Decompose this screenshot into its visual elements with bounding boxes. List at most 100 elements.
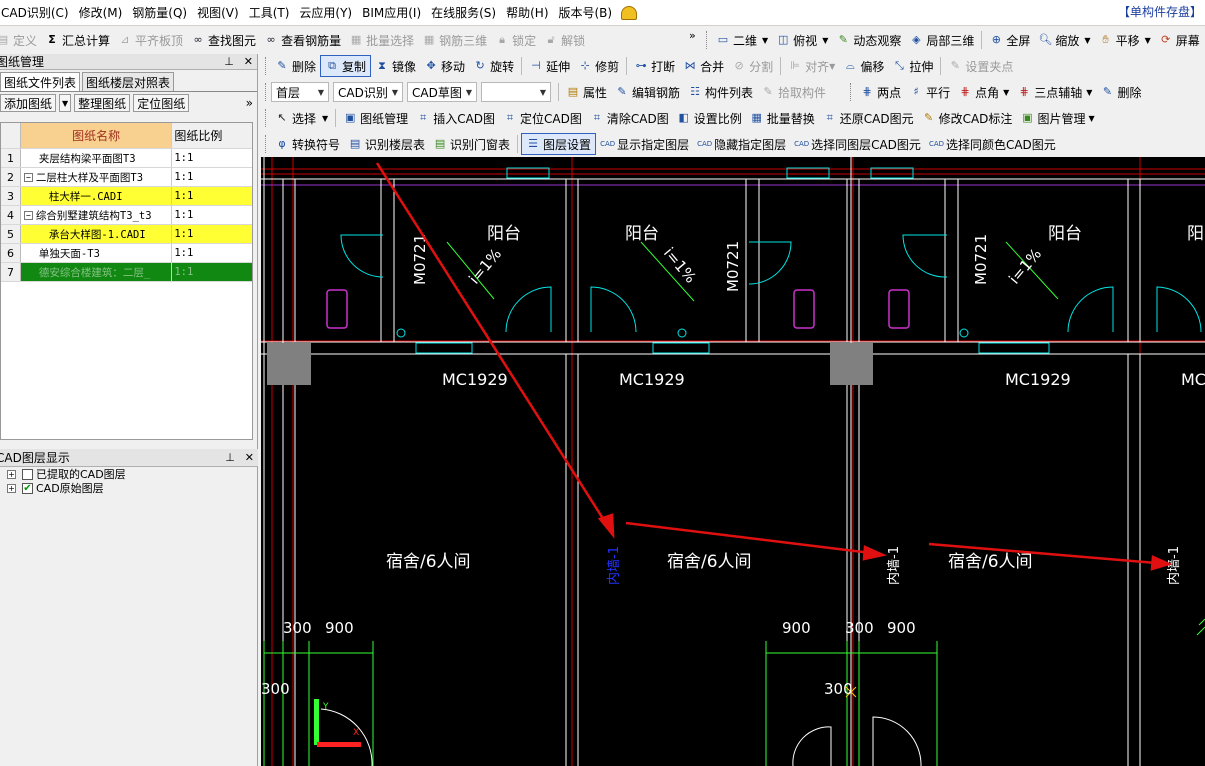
- door-tag[interactable]: MC1929: [1005, 370, 1071, 389]
- dimension-text[interactable]: 900: [887, 619, 916, 637]
- three-point-axis-dropdown[interactable]: ⋕ 三点辅轴 ▼: [1013, 81, 1096, 103]
- recognize-door-window-table-button[interactable]: ▤ 识别门窗表: [429, 133, 514, 155]
- dynamic-orbit-button[interactable]: ✎ 动态观察: [832, 29, 905, 51]
- sub-mode-select[interactable]: CAD草图 ▼: [407, 82, 477, 102]
- door-tag[interactable]: MC1929: [619, 370, 685, 389]
- rotate-button[interactable]: ↻ 旋转: [469, 55, 518, 77]
- room-label[interactable]: 宿舍/6人间: [386, 552, 471, 572]
- collapse-icon[interactable]: −: [23, 172, 33, 182]
- drawing-name-cell[interactable]: 承台大样图-1.CADI: [20, 225, 173, 243]
- menu-online-service[interactable]: 在线服务(S): [426, 4, 501, 21]
- offset-button[interactable]: ⌓ 偏移: [839, 55, 888, 77]
- menu-rebar-quantity[interactable]: 钢筋量(Q): [127, 4, 192, 21]
- stretch-button[interactable]: ⤡ 拉伸: [888, 55, 937, 77]
- set-scale-button[interactable]: ◧ 设置比例: [673, 107, 746, 129]
- balcony-label[interactable]: 阳台: [487, 224, 521, 244]
- toolbar-grip[interactable]: [265, 135, 268, 153]
- menu-cad-recognize[interactable]: CAD识别(C): [0, 4, 74, 21]
- select-same-color-button[interactable]: CAD 选择同颜色CAD图元: [925, 133, 1060, 155]
- hide-layer-button[interactable]: CAD 隐藏指定图层: [693, 133, 790, 155]
- extend-button[interactable]: ⊣ 延伸: [525, 55, 574, 77]
- organize-drawing-button[interactable]: 整理图纸: [74, 94, 131, 112]
- lock-button[interactable]: 🔒︎ 锁定: [491, 29, 540, 51]
- define-button[interactable]: ▤ 定义: [0, 29, 41, 51]
- window[interactable]: [415, 342, 473, 354]
- column-header-name[interactable]: 图纸名称: [20, 123, 173, 148]
- drawing-scale-cell[interactable]: 1:1: [172, 263, 252, 281]
- component-list-button[interactable]: ☷ 构件列表: [684, 81, 757, 103]
- drawing-scale-cell[interactable]: 1:1: [172, 168, 252, 186]
- point-angle-dropdown[interactable]: ⋕ 点角 ▼: [954, 81, 1013, 103]
- toilet-fixture[interactable]: [326, 289, 348, 329]
- delete-axis-button[interactable]: ✎ 删除: [1096, 81, 1145, 103]
- break-button[interactable]: ⊶ 打断: [630, 55, 679, 77]
- edit-rebar-button[interactable]: ✎ 编辑钢筋: [611, 81, 684, 103]
- layer-checkbox-extracted[interactable]: [22, 468, 33, 480]
- convert-symbol-button[interactable]: φ 转换符号: [271, 133, 344, 155]
- properties-button[interactable]: ▤ 属性: [562, 81, 611, 103]
- window[interactable]: [978, 342, 1050, 354]
- toolbar-grip[interactable]: [850, 83, 853, 101]
- view-rebar-button[interactable]: ∞ 查看钢筋量: [260, 29, 345, 51]
- menu-view[interactable]: 视图(V): [192, 4, 244, 21]
- set-grip-button[interactable]: ✎ 设置夹点: [944, 55, 1017, 77]
- top-view-dropdown[interactable]: ◫ 俯视 ▼: [772, 29, 832, 51]
- merge-button[interactable]: ⋈ 合并: [679, 55, 728, 77]
- wall-label[interactable]: 内墙-1: [1166, 546, 1182, 585]
- wall-label[interactable]: 内墙-1: [886, 546, 902, 585]
- modify-cad-label-button[interactable]: ✎ 修改CAD标注: [918, 107, 1017, 129]
- rebar-3d-button[interactable]: ▦ 钢筋三维: [418, 29, 491, 51]
- column-header-scale[interactable]: 图纸比例: [172, 123, 252, 148]
- door-tag[interactable]: MC1929: [442, 370, 508, 389]
- table-row[interactable]: 1 夹层结构梁平面图T3 1:1: [1, 149, 252, 168]
- layer-checkbox-original[interactable]: ✔: [22, 482, 33, 494]
- drawing-scale-cell[interactable]: 1:1: [172, 206, 252, 224]
- cad-drawing[interactable]: Y X 阳台 阳台 阳台 阳台 i=1% i=1% i=1% M0721 M07…: [261, 157, 1205, 766]
- two-point-axis-button[interactable]: ⋕ 两点: [856, 81, 905, 103]
- layer-row-original[interactable]: + ✔ CAD原始图层: [0, 481, 258, 495]
- toolbar-grip[interactable]: [265, 109, 268, 127]
- screen-rotate-button[interactable]: ⟳ 屏幕: [1155, 29, 1204, 51]
- layer-row-extracted[interactable]: + 已提取的CAD图层: [0, 467, 258, 481]
- menu-help[interactable]: 帮助(H): [501, 4, 553, 21]
- table-row[interactable]: 4− 综合别墅建筑结构T3_t3 1:1: [1, 206, 252, 225]
- drawing-name-cell[interactable]: − 二层柱大样及平面图T3: [21, 168, 173, 186]
- table-row[interactable]: 7 德安综合楼建筑：二层_ 1:1: [1, 263, 252, 282]
- delete-button[interactable]: ✎ 删除: [271, 55, 320, 77]
- align-slab-top-button[interactable]: ⊿ 平齐板顶: [114, 29, 187, 51]
- move-button[interactable]: ✥ 移动: [420, 55, 469, 77]
- menu-bim[interactable]: BIM应用(I): [357, 4, 426, 21]
- mirror-button[interactable]: ⧗ 镜像: [371, 55, 420, 77]
- add-drawing-dropdown[interactable]: ▼: [59, 94, 72, 112]
- select-same-layer-button[interactable]: CAD 选择同图层CAD图元: [790, 133, 925, 155]
- 2d-view-dropdown[interactable]: ▭ 二维 ▼: [712, 29, 772, 51]
- panel-overflow-icon[interactable]: »: [246, 96, 253, 110]
- balcony-label[interactable]: 阳台: [1048, 224, 1082, 244]
- find-element-button[interactable]: ∞ 查找图元: [187, 29, 260, 51]
- door-tag[interactable]: M0721: [972, 234, 990, 285]
- summary-calc-button[interactable]: Σ 汇总计算: [41, 29, 114, 51]
- drawing-name-cell[interactable]: 柱大样一.CADI: [20, 187, 173, 205]
- show-layer-button[interactable]: CAD 显示指定图层: [596, 133, 693, 155]
- add-drawing-button[interactable]: 添加图纸: [0, 94, 57, 112]
- restore-cad-button[interactable]: ⌗ 还原CAD图元: [819, 107, 918, 129]
- table-row[interactable]: 5 承台大样图-1.CADI 1:1: [1, 225, 252, 244]
- drawing-name-cell[interactable]: 单独天面-T3: [21, 244, 173, 262]
- dimension-text[interactable]: 900: [325, 619, 354, 637]
- drawing-name-cell[interactable]: 德安综合楼建筑：二层_: [20, 263, 173, 281]
- clear-cad-button[interactable]: ⌗ 清除CAD图: [586, 107, 673, 129]
- toolbar-grip[interactable]: [265, 57, 268, 75]
- pin-icon[interactable]: ⊥: [224, 55, 234, 68]
- expand-icon[interactable]: +: [7, 469, 16, 479]
- toilet-fixture[interactable]: [793, 289, 815, 329]
- drawing-manage-button[interactable]: ▣ 图纸管理: [339, 107, 412, 129]
- room-label[interactable]: 宿舍/6人间: [667, 552, 752, 572]
- dimension-text[interactable]: 300: [845, 619, 874, 637]
- wall-label-selected[interactable]: 内墙-1: [606, 546, 622, 585]
- menu-cloud[interactable]: 云应用(Y): [294, 4, 357, 21]
- window[interactable]: [652, 342, 710, 354]
- cad-drawing-canvas[interactable]: Y X 阳台 阳台 阳台 阳台 i=1% i=1% i=1% M0721 M07…: [261, 157, 1205, 766]
- menu-tools[interactable]: 工具(T): [244, 4, 295, 21]
- toolbar-overflow-icon[interactable]: »: [689, 29, 696, 42]
- dimension-text[interactable]: 300: [261, 680, 290, 698]
